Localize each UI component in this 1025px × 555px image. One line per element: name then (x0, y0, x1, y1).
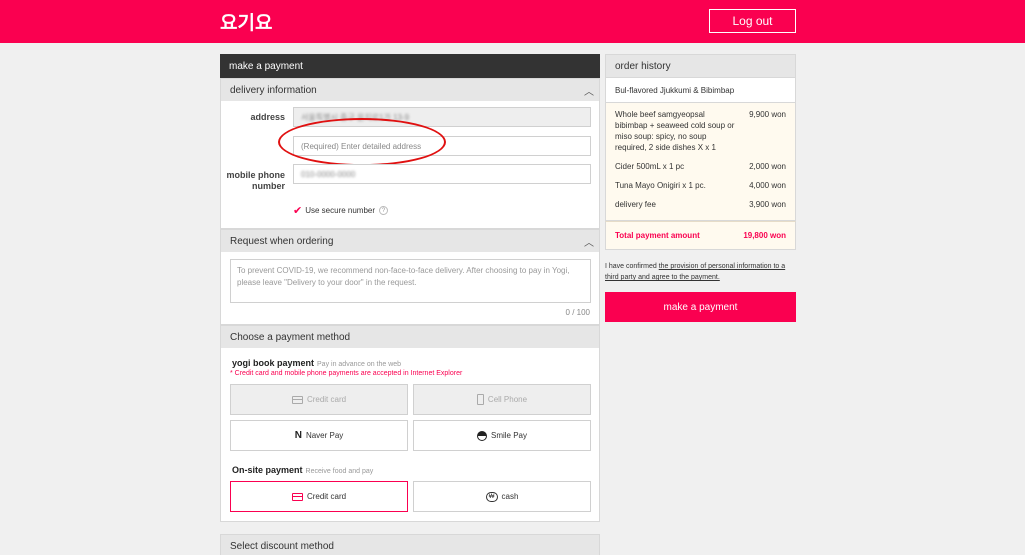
detail-address-placeholder: (Required) Enter detailed address (301, 141, 422, 151)
phone-value: 010-0000-0000 (301, 169, 356, 179)
order-items: Whole beef samgyeopsal bibimbap + seawee… (605, 103, 796, 221)
cash-label: cash (501, 492, 519, 501)
cell-phone-button[interactable]: Cell Phone (413, 384, 591, 415)
order-summary: order history Bul-flavored Jjukkumi & Bi… (605, 54, 796, 322)
smile-pay-icon (476, 430, 487, 441)
naver-pay-label: Naver Pay (305, 431, 344, 440)
order-item: Whole beef samgyeopsal bibimbap + seawee… (615, 109, 786, 153)
onsite-payment-title: On-site payment Receive food and pay (232, 465, 373, 475)
payment-form: make a payment delivery information ︿ ad… (220, 54, 600, 555)
order-item: Tuna Mayo Onigiri x 1 pc. 4,000 won (615, 180, 786, 191)
detail-address-input[interactable]: (Required) Enter detailed address (293, 136, 591, 156)
request-textarea[interactable]: To prevent COVID-19, we recommend non-fa… (230, 259, 591, 303)
discount-method-heading: Select discount method (230, 540, 334, 552)
char-counter: 0 / 100 (565, 308, 590, 317)
delivery-info-header[interactable]: delivery information ︿ (220, 78, 600, 101)
secure-number-option[interactable]: ✔ Use secure number ? (293, 204, 389, 217)
order-item: Cider 500mL x 1 pc 2,000 won (615, 161, 786, 172)
onsite-credit-card-label: Credit card (306, 492, 347, 501)
chevron-up-icon[interactable]: ︿ (579, 83, 599, 98)
payment-method-body: yogi book payment Pay in advance on the w… (220, 348, 600, 522)
delivery-info-body: address 서울특별시 중구 을지로1가 13-9 (Required) E… (220, 101, 600, 229)
onsite-credit-card-button[interactable]: Credit card (230, 481, 408, 512)
yogi-payment-subtitle: Pay in advance on the web (317, 361, 402, 368)
yogi-payment-title: yogi book payment Pay in advance on the w… (232, 358, 401, 368)
order-item-name: delivery fee (615, 200, 656, 209)
order-item-price: 9,900 won (749, 110, 786, 119)
help-icon[interactable]: ? (379, 206, 389, 215)
yogiyo-logo[interactable]: 요기요 (220, 8, 272, 35)
order-item: delivery fee 3,900 won (615, 199, 786, 210)
consent-text: I have confirmed the provision of person… (605, 261, 800, 283)
top-header: 요기요 Log out (0, 0, 1025, 43)
total-value: 19,800 won (743, 231, 786, 240)
request-header[interactable]: Request when ordering ︿ (220, 229, 600, 252)
cell-phone-icon (476, 394, 484, 405)
credit-card-icon (291, 395, 303, 404)
order-item-name: Tuna Mayo Onigiri x 1 pc. (615, 181, 706, 190)
onsite-payment-title-text: On-site payment (232, 465, 303, 475)
order-item-price: 2,000 won (749, 162, 786, 171)
yogi-payment-note: * Credit card and mobile phone payments … (230, 370, 463, 377)
smile-pay-label: Smile Pay (490, 431, 527, 440)
cell-phone-label: Cell Phone (487, 395, 528, 404)
naver-icon: N (294, 430, 302, 441)
delivery-info-heading: delivery information (230, 84, 317, 96)
order-item-name: Cider 500mL x 1 pc (615, 162, 685, 171)
logout-button[interactable]: Log out (709, 9, 796, 33)
address-field: 서울특별시 중구 을지로1가 13-9 (293, 107, 591, 127)
order-history-heading: order history (605, 54, 796, 78)
yogi-payment-title-text: yogi book payment (232, 358, 315, 368)
restaurant-name: Bul-flavored Jjukkumi & Bibimbap (605, 78, 796, 103)
cash-button[interactable]: ₩ cash (413, 481, 591, 512)
payment-method-header: Choose a payment method (220, 325, 600, 348)
phone-label: mobile phone number (226, 170, 286, 191)
address-value: 서울특별시 중구 을지로1가 13-9 (301, 112, 410, 122)
consent-prefix: I have confirmed (605, 263, 659, 270)
smile-pay-button[interactable]: Smile Pay (413, 420, 591, 451)
phone-input[interactable]: 010-0000-0000 (293, 164, 591, 184)
chevron-up-icon[interactable]: ︿ (579, 234, 599, 249)
secure-number-label: Use secure number (305, 206, 376, 215)
order-item-price: 3,900 won (749, 200, 786, 209)
order-total: Total payment amount 19,800 won (605, 221, 796, 250)
credit-card-label: Credit card (306, 395, 347, 404)
request-heading: Request when ordering (230, 235, 334, 247)
payment-title: make a payment (220, 54, 600, 78)
discount-method-header[interactable]: Select discount method (220, 534, 600, 555)
order-item-name: Whole beef samgyeopsal bibimbap + seawee… (615, 110, 735, 152)
checkmark-icon[interactable]: ✔ (293, 204, 302, 217)
address-label: address (250, 112, 285, 122)
total-label: Total payment amount (615, 231, 700, 240)
make-payment-button[interactable]: make a payment (605, 292, 796, 322)
payment-method-heading: Choose a payment method (230, 331, 351, 343)
credit-card-icon (291, 492, 303, 501)
cash-icon: ₩ (485, 491, 498, 502)
order-item-price: 4,000 won (749, 181, 786, 190)
naver-pay-button[interactable]: N Naver Pay (230, 420, 408, 451)
onsite-payment-subtitle: Receive food and pay (305, 468, 374, 475)
credit-card-button[interactable]: Credit card (230, 384, 408, 415)
request-body: To prevent COVID-19, we recommend non-fa… (220, 252, 600, 325)
